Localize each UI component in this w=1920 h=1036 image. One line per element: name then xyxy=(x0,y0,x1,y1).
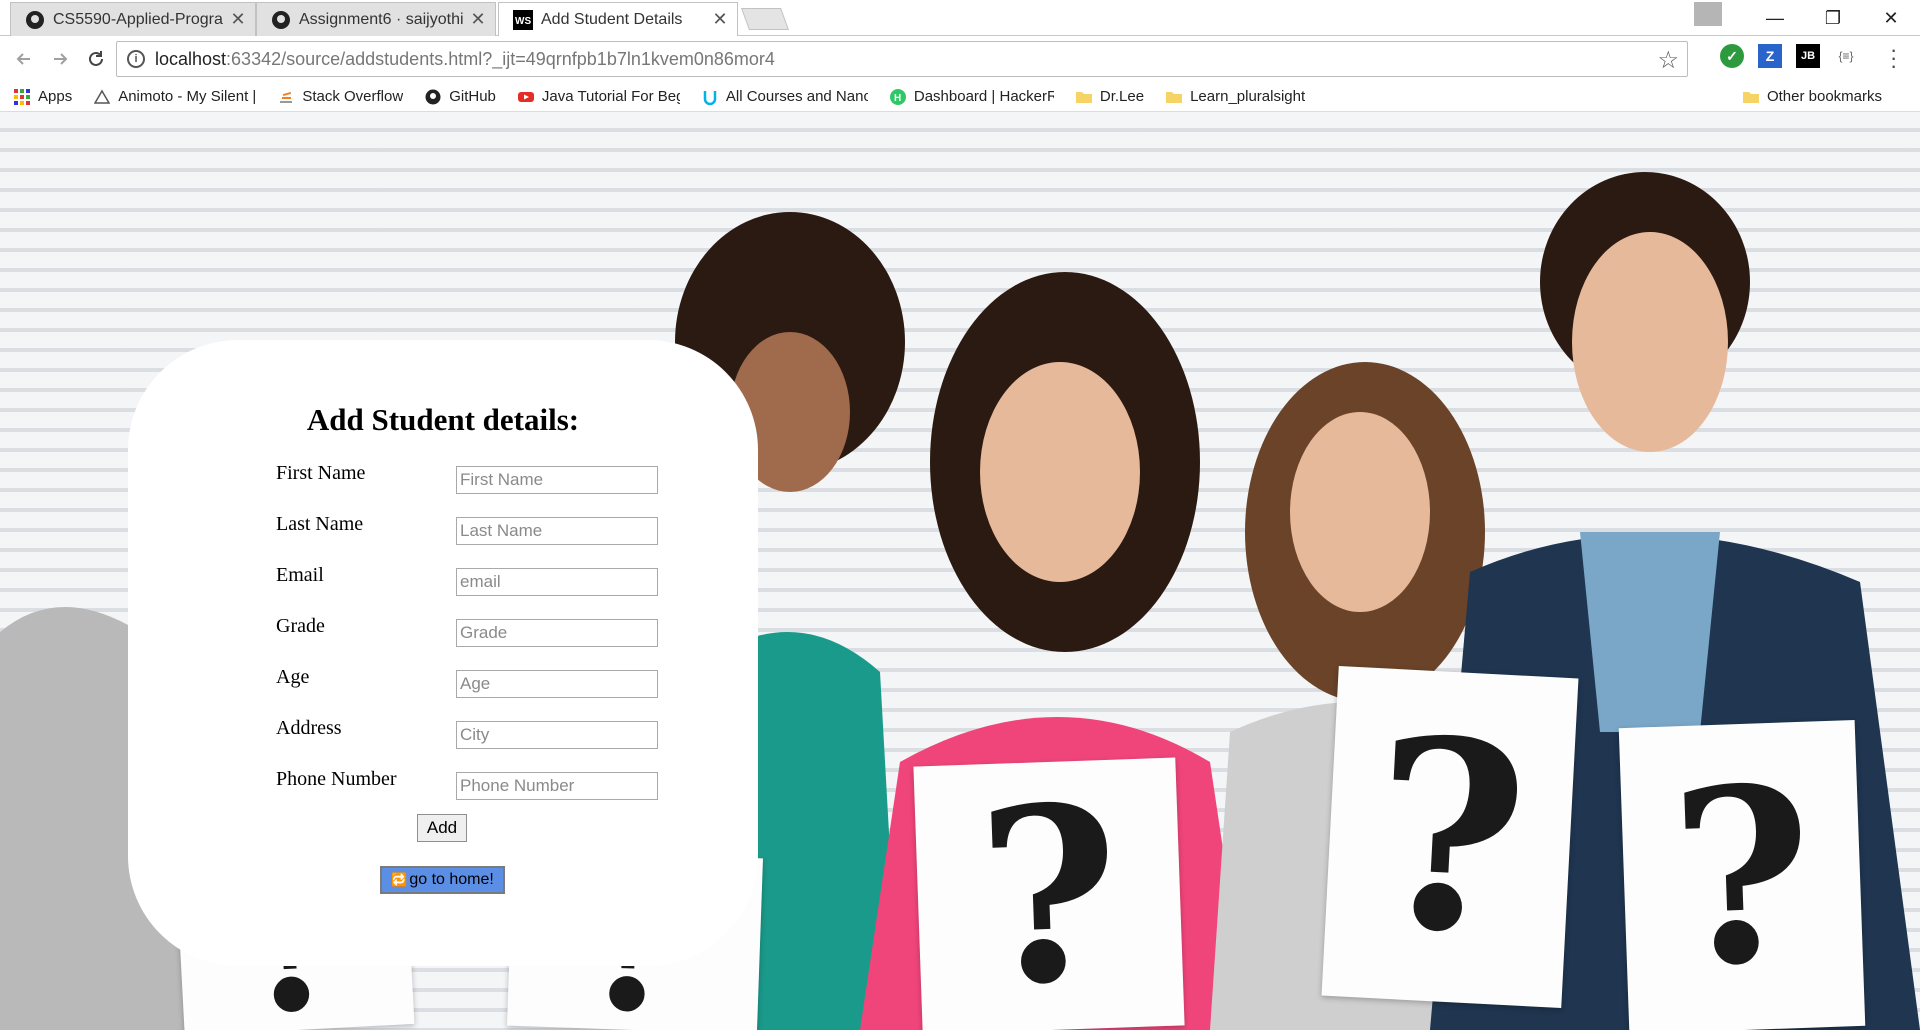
window-controls: — ❐ ✕ xyxy=(1694,0,1920,36)
age-input[interactable] xyxy=(456,670,658,698)
tab-title: Assignment6 · saijyothi9/ xyxy=(299,10,463,28)
bookmark-animoto[interactable]: Animoto - My Silent | xyxy=(94,88,256,105)
form-row-age: Age xyxy=(276,666,676,698)
extensions-area: ✓ Z JB {≡} xyxy=(1720,44,1858,68)
other-bookmarks[interactable]: Other bookmarks xyxy=(1742,88,1882,105)
back-button[interactable] xyxy=(6,41,42,77)
github-icon xyxy=(425,89,441,104)
bookmark-pluralsight[interactable]: Learn_pluralsight xyxy=(1166,88,1305,105)
url-text: localhost:63342/source/addstudents.html?… xyxy=(155,48,775,69)
first-name-label: First Name xyxy=(276,462,366,484)
go-home-button[interactable]: 🔁 go to home! xyxy=(380,866,505,894)
user-profile-icon[interactable] xyxy=(1694,2,1722,26)
bookmark-stackoverflow[interactable]: Stack Overflow xyxy=(278,88,403,105)
add-student-form: Add Student details: First Name Last Nam… xyxy=(128,340,758,966)
restore-button[interactable]: ❐ xyxy=(1804,0,1862,36)
apps-grid-icon xyxy=(14,88,30,105)
bookmark-github[interactable]: GitHub xyxy=(425,88,496,105)
reload-button[interactable] xyxy=(78,41,114,77)
z-extension-icon[interactable]: Z xyxy=(1758,44,1782,68)
bookmark-star-icon[interactable]: ☆ xyxy=(1657,46,1679,75)
form-row-last-name: Last Name xyxy=(276,513,676,545)
youtube-icon xyxy=(517,91,534,102)
back-arrow-icon xyxy=(16,53,30,65)
tab-title: CS5590-Applied-Progran xyxy=(53,10,223,28)
address-bar[interactable]: i localhost:63342/source/addstudents.htm… xyxy=(116,41,1688,77)
github-icon xyxy=(26,10,44,29)
tab-title: Add Student Details xyxy=(541,10,683,28)
bookmark-udacity[interactable]: All Courses and Nanc xyxy=(702,88,868,105)
phone-number-label: Phone Number xyxy=(276,768,397,790)
form-row-address: Address xyxy=(276,717,676,749)
tab-github-assignment[interactable]: Assignment6 · saijyothi9/ ✕ xyxy=(256,2,496,36)
close-tab-icon[interactable]: ✕ xyxy=(711,9,729,30)
folder-icon xyxy=(1742,91,1759,103)
bookmark-java-tutorial[interactable]: Java Tutorial For Begi xyxy=(517,88,680,105)
bookmark-drlee[interactable]: Dr.Lee xyxy=(1075,88,1144,105)
address-label: Address xyxy=(276,717,342,739)
close-tab-icon[interactable]: ✕ xyxy=(229,9,247,30)
json-extension-icon[interactable]: {≡} xyxy=(1834,44,1858,68)
bookmarks-bar: Apps Animoto - My Silent | Stack Overflo… xyxy=(0,82,1920,112)
svg-text:H: H xyxy=(894,93,901,104)
repeat-icon: 🔁 xyxy=(391,872,408,887)
checkmark-extension-icon[interactable]: ✓ xyxy=(1720,44,1744,68)
minimize-button[interactable]: — xyxy=(1746,0,1804,36)
email-input[interactable] xyxy=(456,568,658,596)
github-icon xyxy=(272,10,290,29)
new-tab-button[interactable] xyxy=(740,8,790,30)
browser-toolbar: i localhost:63342/source/addstudents.htm… xyxy=(0,36,1920,82)
form-row-first-name: First Name xyxy=(276,462,676,494)
tab-github-course[interactable]: CS5590-Applied-Progran ✕ xyxy=(10,2,256,36)
close-tab-icon[interactable]: ✕ xyxy=(469,9,487,30)
forward-button[interactable] xyxy=(42,41,78,77)
folder-icon xyxy=(1166,91,1183,103)
close-window-button[interactable]: ✕ xyxy=(1862,0,1920,36)
email-label: Email xyxy=(276,564,324,586)
question-card: ? xyxy=(913,753,1185,1030)
address-input[interactable] xyxy=(456,721,658,749)
bookmark-hackerrank[interactable]: H Dashboard | HackerR xyxy=(889,88,1054,105)
form-row-email: Email xyxy=(276,564,676,596)
form-title: Add Student details: xyxy=(306,402,580,437)
udacity-icon xyxy=(703,90,717,105)
last-name-label: Last Name xyxy=(276,513,364,535)
hackerrank-icon: H xyxy=(889,88,906,105)
question-card: ? xyxy=(1321,665,1579,1009)
go-home-label: go to home! xyxy=(409,871,494,888)
last-name-input[interactable] xyxy=(456,517,658,545)
jetbrains-extension-icon[interactable]: JB xyxy=(1796,44,1820,68)
grade-label: Grade xyxy=(276,615,325,637)
age-label: Age xyxy=(276,666,310,688)
form-row-phone: Phone Number xyxy=(276,768,676,800)
menu-dots-icon[interactable]: · · · xyxy=(1890,39,1897,77)
folder-icon xyxy=(1075,91,1092,103)
webstorm-icon: WS xyxy=(513,9,533,30)
animoto-icon xyxy=(94,89,111,104)
grade-input[interactable] xyxy=(456,619,658,647)
tab-add-student[interactable]: WS Add Student Details ✕ xyxy=(498,2,738,36)
svg-text:WS: WS xyxy=(515,16,531,27)
reload-icon xyxy=(89,51,103,66)
stackoverflow-icon xyxy=(280,91,293,103)
form-row-grade: Grade xyxy=(276,615,676,647)
phone-number-input[interactable] xyxy=(456,772,658,800)
tab-strip: CS5590-Applied-Progran ✕ Assignment6 · s… xyxy=(0,0,1920,36)
add-button[interactable]: Add xyxy=(417,814,467,842)
forward-arrow-icon xyxy=(54,53,68,65)
question-card: ? xyxy=(1618,719,1866,1030)
info-icon[interactable]: i xyxy=(127,50,145,68)
bookmark-apps[interactable]: Apps xyxy=(14,88,72,105)
page-content: ? ? ? ? ? Add Student details: First Nam… xyxy=(0,112,1920,1030)
first-name-input[interactable] xyxy=(456,466,658,494)
